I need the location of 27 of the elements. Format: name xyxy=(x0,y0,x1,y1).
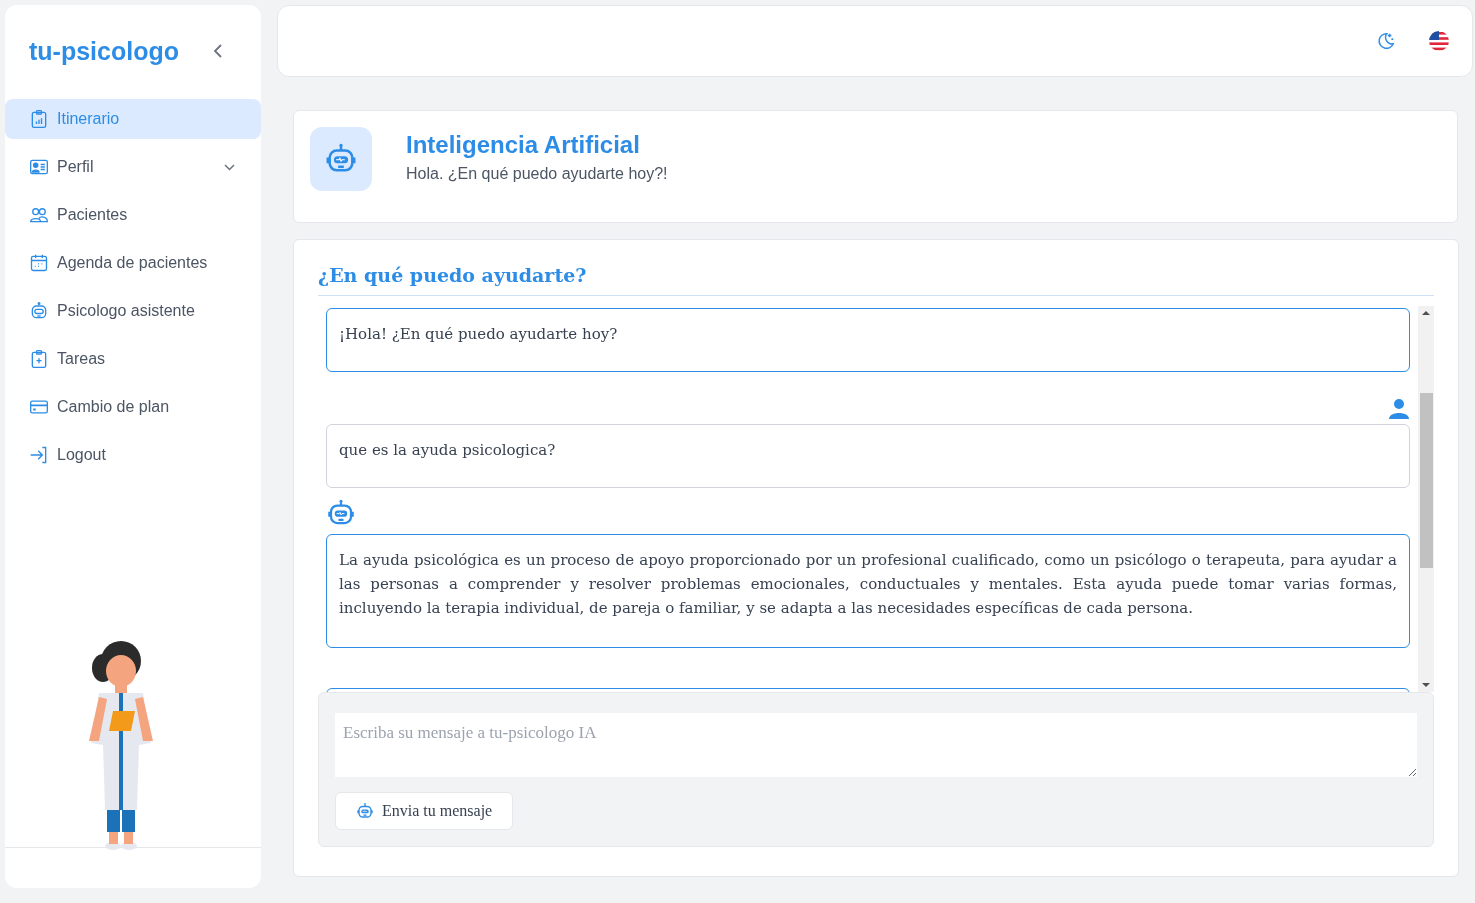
logout-icon xyxy=(29,445,49,465)
message-text: La ayuda psicológica es un proceso de apoyo proporcionado por un profesional cualificado, como un psicólogo o terapeuta, para ayudar a las personas a comprender y resolver problemas emocionales, conductuales y mentales. Esta ayuda puede tomar varias formas, incluyendo la terapia individual, de pareja o familiar, y se adapta a las necesidades específicas de cada persona. xyxy=(339,550,1397,619)
nav-item[interactable]: Cambio de plan xyxy=(5,387,261,427)
robot-icon xyxy=(356,802,374,820)
id-card-icon xyxy=(29,157,49,177)
flag-icon[interactable] xyxy=(1428,30,1450,52)
chevron-down-icon[interactable] xyxy=(224,163,235,171)
message-text: ¡Hola! ¿En qué puedo ayudarte hoy? xyxy=(339,324,619,345)
clipboard-plus-icon xyxy=(29,349,49,369)
users-icon xyxy=(29,205,49,225)
message-text: que es la ayuda psicologica? xyxy=(339,440,557,461)
chat-title: ¿En qué puedo ayudarte? xyxy=(318,264,1434,296)
calendar-icon xyxy=(29,253,49,273)
page-subtitle: Hola. ¿En qué puedo ayudarte hoy?! xyxy=(406,165,668,183)
nav-item[interactable]: Psicologo asistente xyxy=(5,291,261,331)
message-input[interactable]: Escriba su mensaje a tu-psicologo IA xyxy=(335,713,1417,777)
send-button[interactable]: Envia tu mensaje xyxy=(335,792,514,830)
nav-item[interactable]: Logout xyxy=(5,435,261,475)
page-title: Inteligencia Artificial xyxy=(406,131,641,159)
nav-item[interactable]: Perfil xyxy=(5,147,261,187)
robot-icon xyxy=(29,301,49,321)
nav-item[interactable]: Tareas xyxy=(5,339,261,379)
scrollbar[interactable] xyxy=(1418,306,1434,692)
nav-item[interactable]: Agenda de pacientes xyxy=(5,243,261,283)
nav-item[interactable]: Pacientes xyxy=(5,195,261,235)
collapse-icon[interactable] xyxy=(213,44,223,58)
clipboard-chart-icon xyxy=(29,109,49,129)
